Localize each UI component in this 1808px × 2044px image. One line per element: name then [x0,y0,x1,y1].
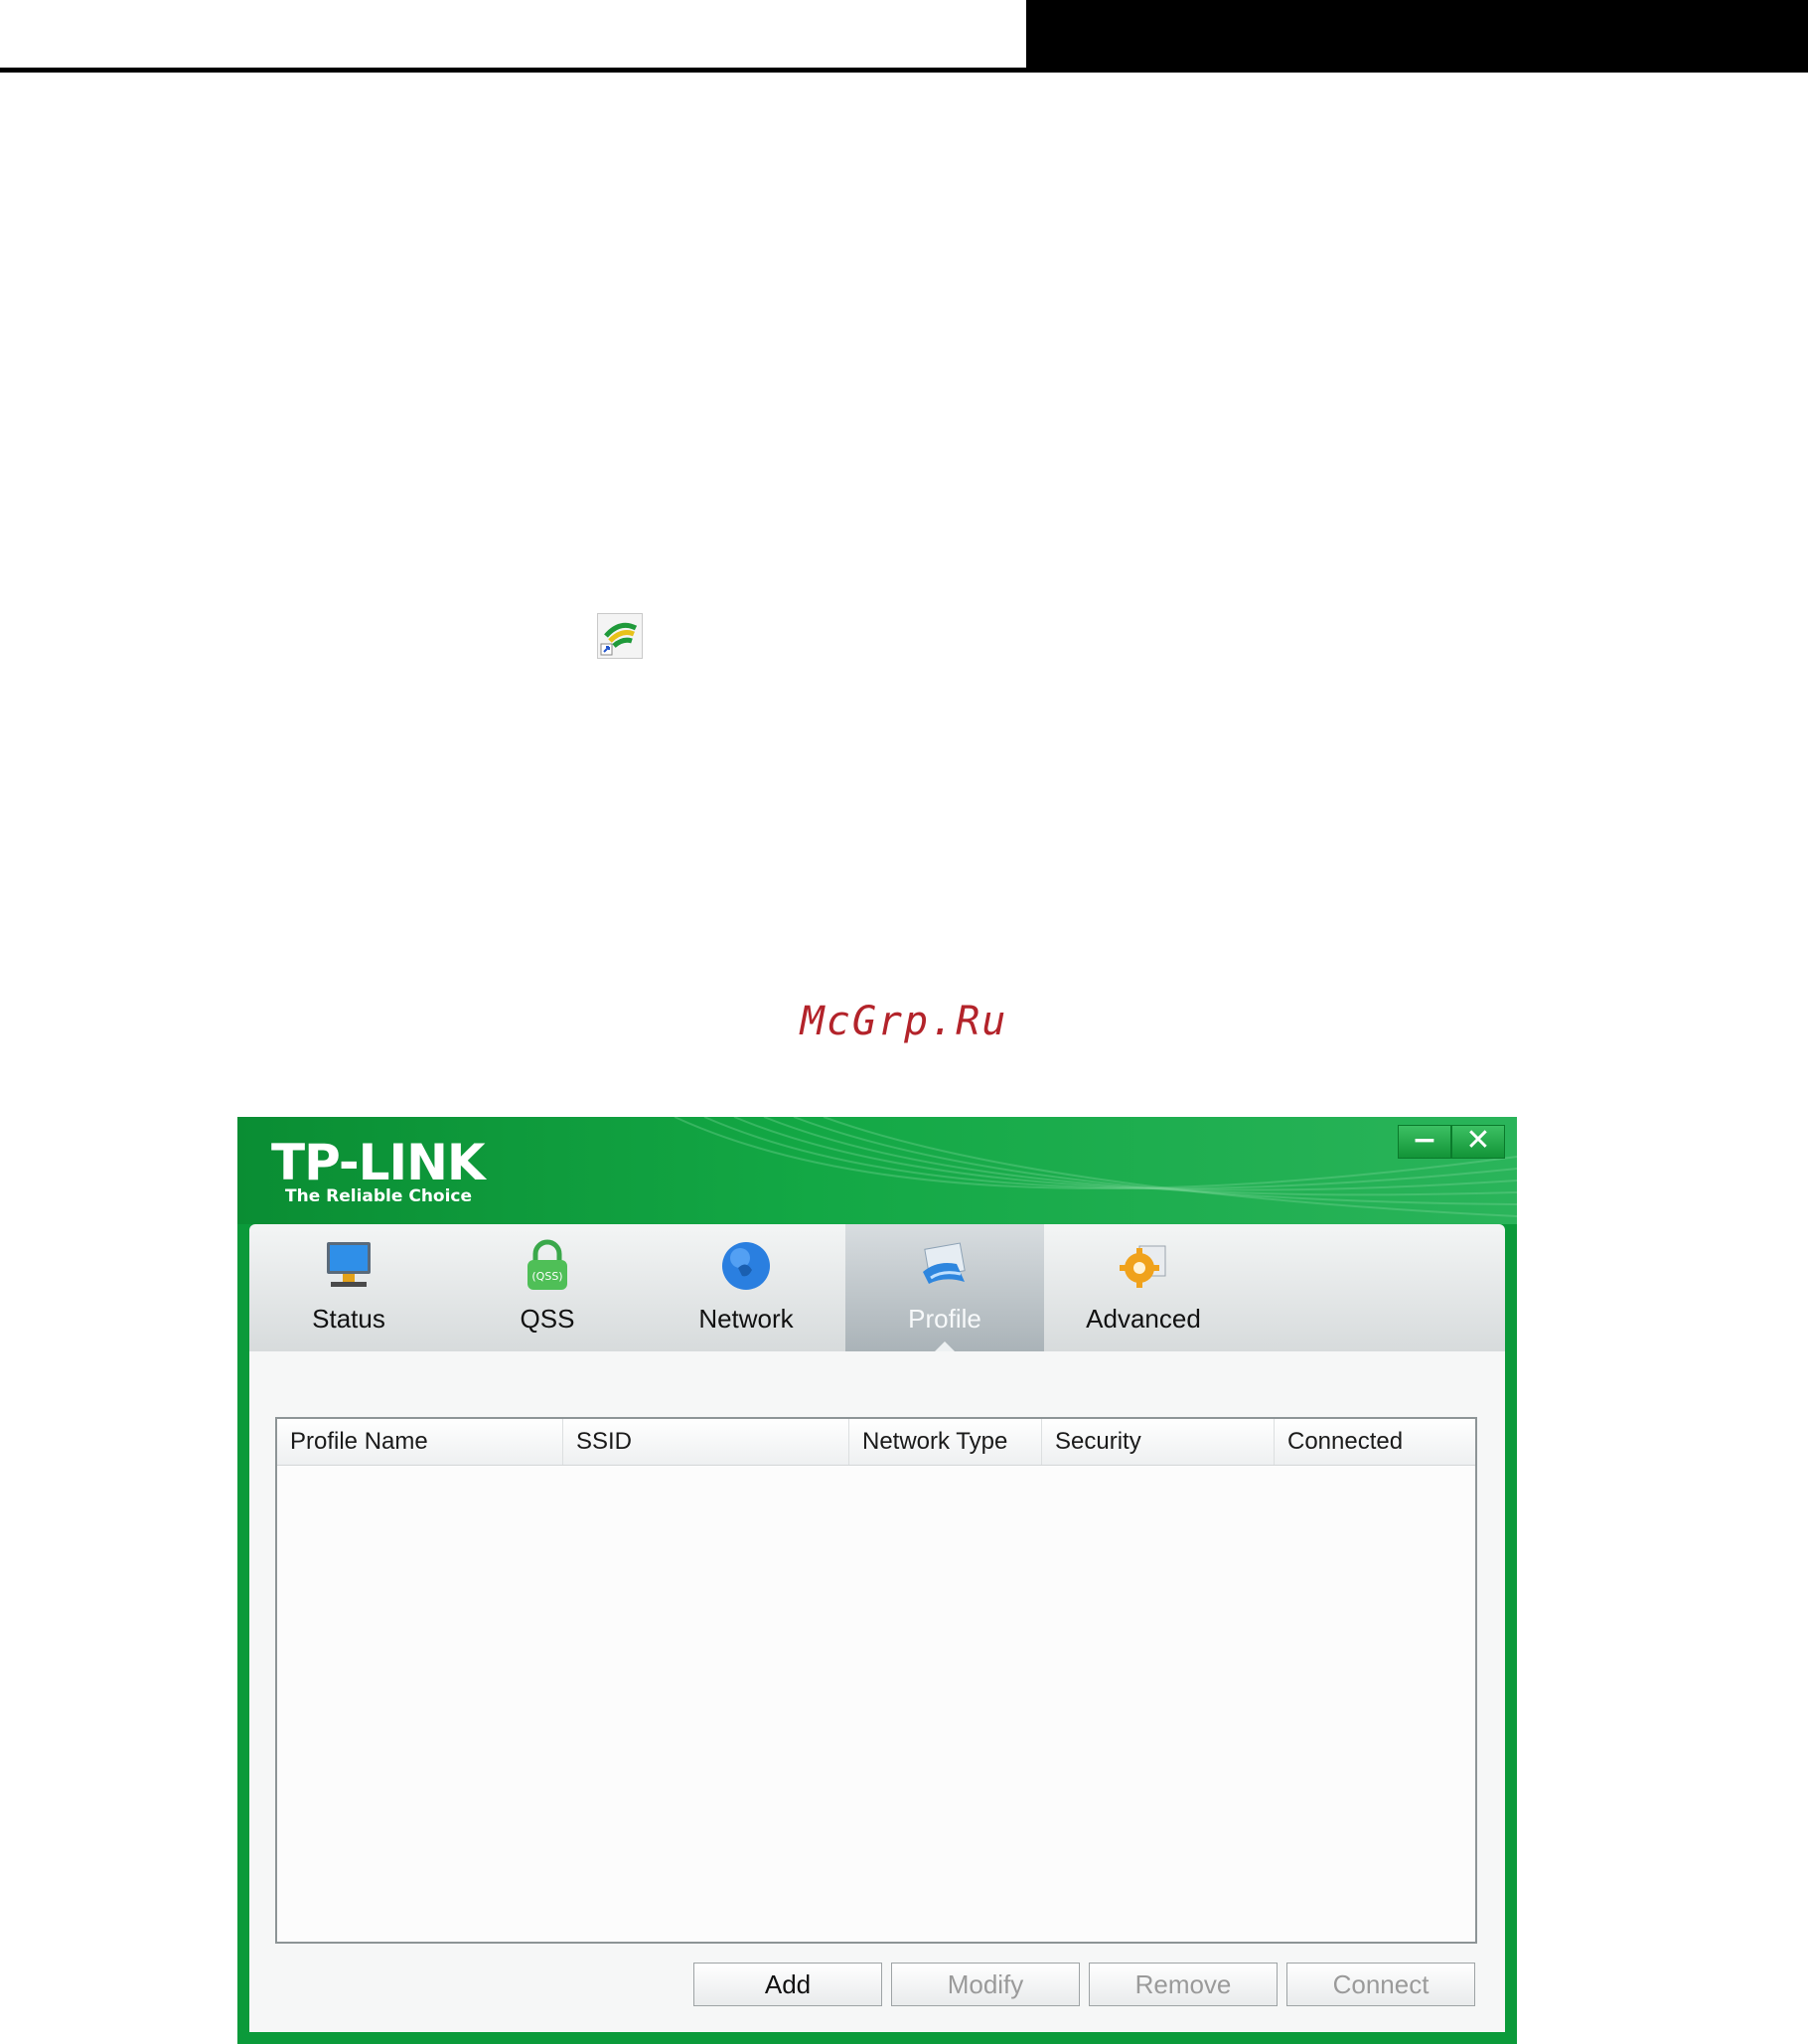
wireless-utility-shortcut-icon[interactable] [597,613,643,659]
remove-button[interactable]: Remove [1089,1963,1278,2006]
column-header-connected[interactable]: Connected [1275,1419,1475,1465]
tab-profile[interactable]: Profile [845,1224,1044,1351]
tab-label-profile: Profile [908,1304,981,1334]
tab-network[interactable]: Network [647,1224,845,1351]
gear-icon [1116,1238,1171,1294]
profile-list-table[interactable]: Profile Name SSID Network Type Security … [275,1417,1477,1944]
profile-icon [917,1238,973,1294]
table-header: Profile Name SSID Network Type Security … [277,1419,1475,1466]
tab-label-qss: QSS [520,1304,575,1334]
column-header-network-type[interactable]: Network Type [849,1419,1042,1465]
page-header-rule [0,68,1808,73]
page-header-black-bar [1026,0,1808,73]
column-header-ssid[interactable]: SSID [563,1419,849,1465]
brand-tagline: The Reliable Choice [285,1186,473,1206]
watermark-text: McGrp.Ru [800,999,1008,1044]
tab-qss[interactable]: (QSS) QSS [448,1224,647,1351]
tp-link-logo: TP-LINK The Reliable Choice [271,1134,486,1206]
close-button[interactable]: ✕ [1451,1125,1505,1159]
add-button[interactable]: Add [693,1963,882,2006]
globe-icon [718,1238,774,1294]
tab-label-status: Status [312,1304,385,1334]
tab-status[interactable]: Status [249,1224,448,1351]
column-header-security[interactable]: Security [1042,1419,1275,1465]
main-toolbar: Status (QSS) QSS Network Profile Advance… [249,1224,1505,1351]
tab-label-advanced: Advanced [1086,1304,1201,1334]
minimize-button[interactable]: − [1398,1125,1451,1159]
monitor-icon [321,1238,377,1294]
window-controls: − ✕ [1398,1125,1505,1159]
tab-advanced[interactable]: Advanced [1044,1224,1243,1351]
svg-text:(QSS): (QSS) [531,1270,562,1283]
profile-content: Profile Name SSID Network Type Security … [249,1351,1505,2032]
connect-button[interactable]: Connect [1286,1963,1475,2006]
tp-link-utility-window: TP-LINK The Reliable Choice − ✕ Status (… [237,1117,1517,2044]
column-header-profile-name[interactable]: Profile Name [277,1419,563,1465]
qss-lock-icon: (QSS) [520,1238,575,1294]
title-bar[interactable]: TP-LINK The Reliable Choice − ✕ [237,1117,1517,1224]
brand-name: TP-LINK [271,1134,486,1191]
modify-button[interactable]: Modify [891,1963,1080,2006]
tab-label-network: Network [698,1304,794,1334]
